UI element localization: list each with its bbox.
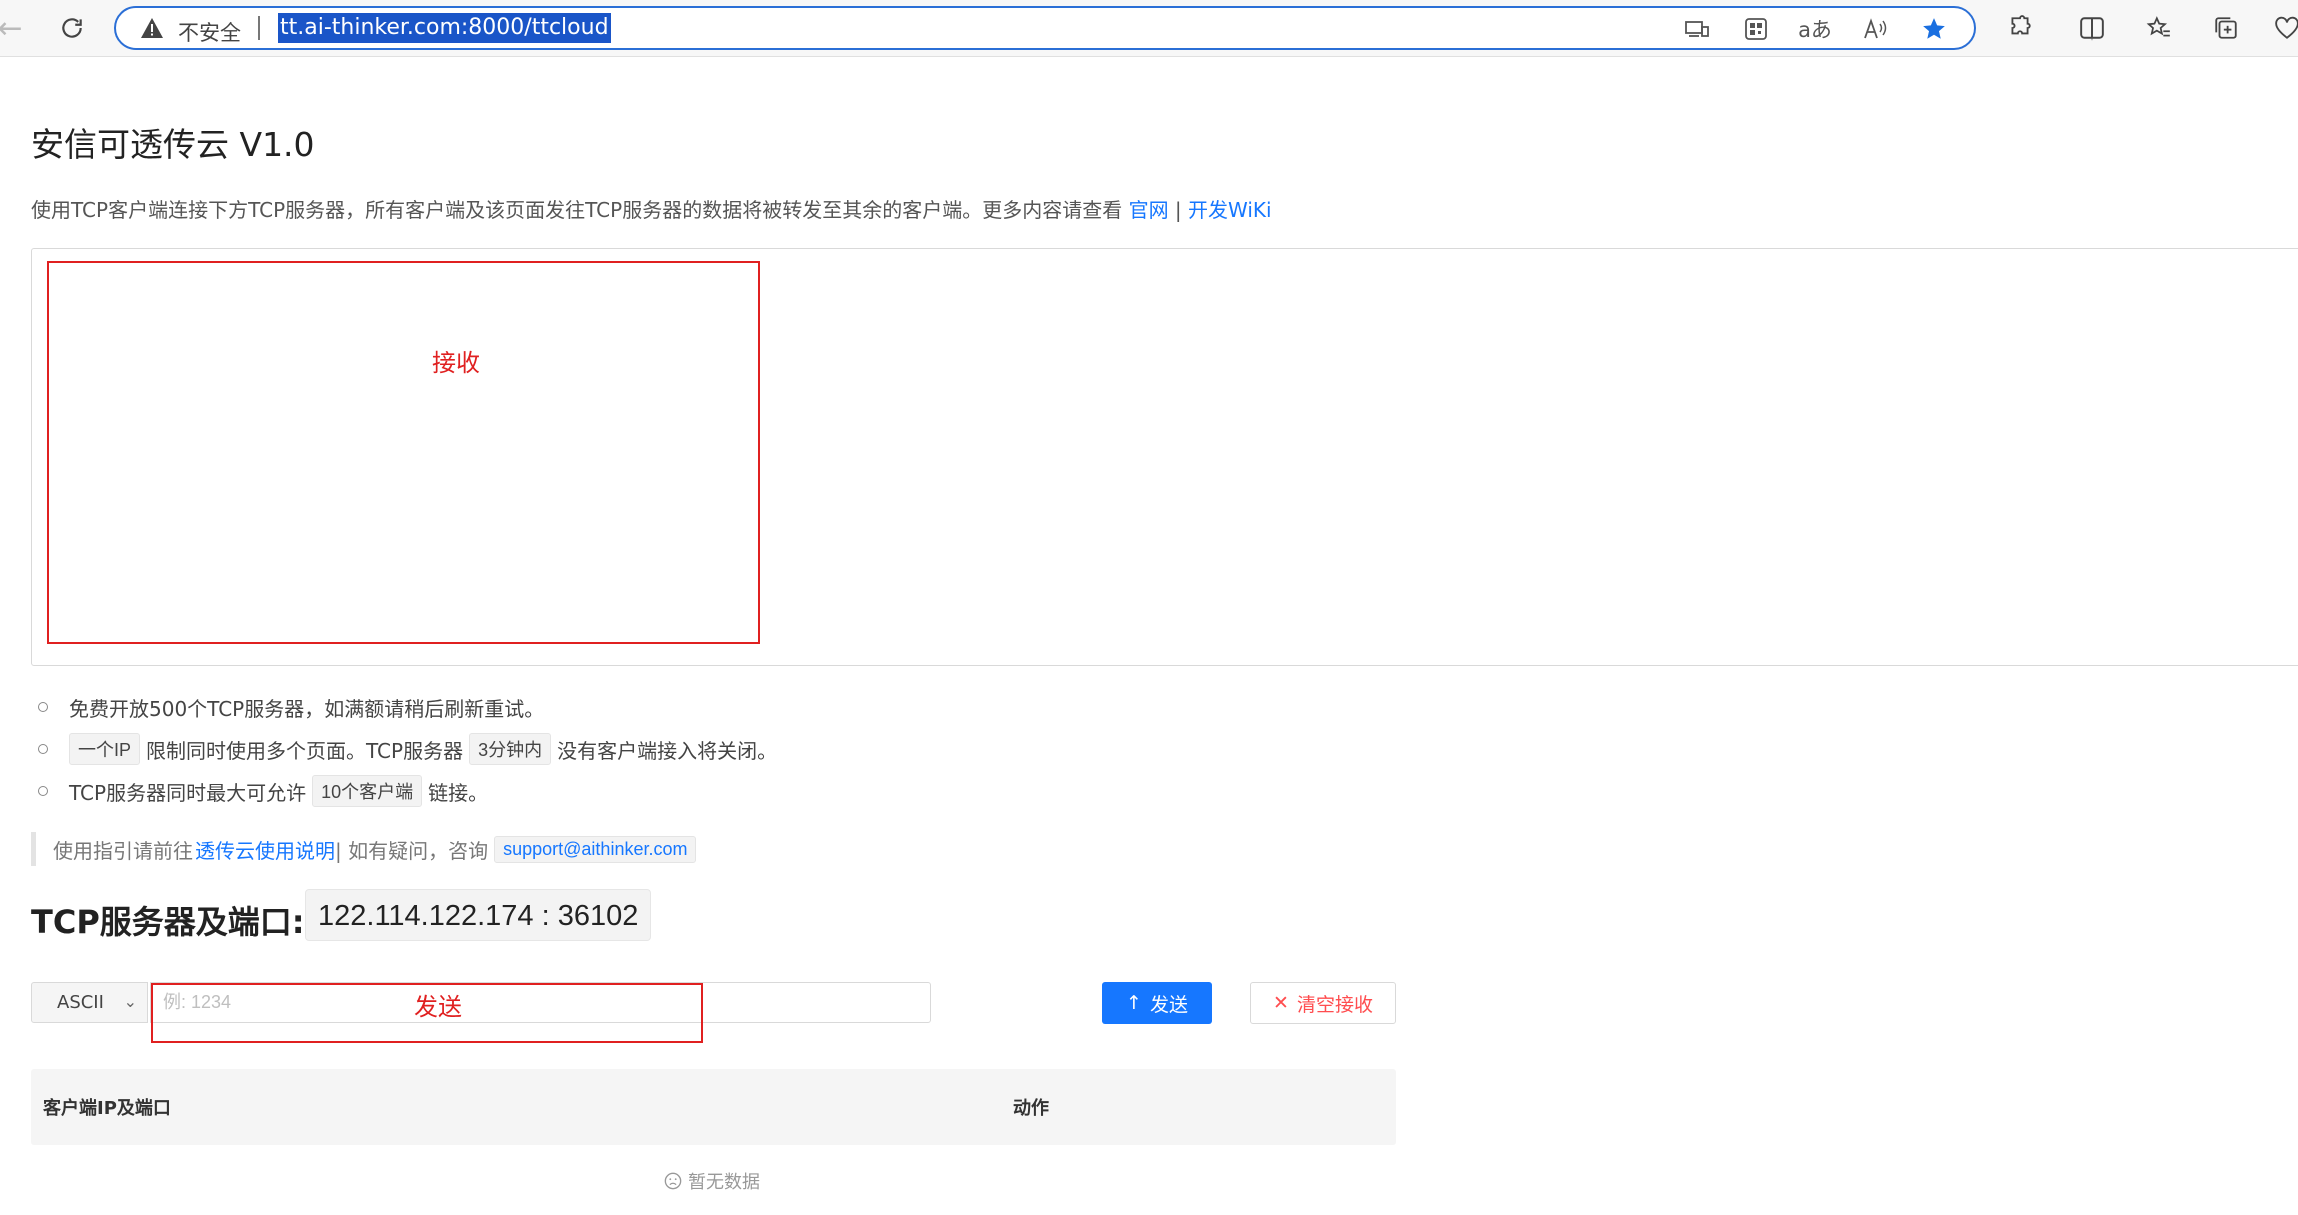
note-text: 没有客户端接入将关闭。 bbox=[557, 738, 778, 763]
empty-state: 暂无数据 bbox=[664, 1168, 760, 1194]
server-address: 122.114.122.174 : 36102 bbox=[305, 889, 652, 941]
security-label[interactable]: 不安全 bbox=[178, 17, 241, 47]
note-item-3: TCP服务器同时最大可允许 10个客户端 链接。 bbox=[38, 774, 488, 808]
send-input[interactable] bbox=[150, 982, 931, 1023]
note-item-1: 免费开放500个TCP服务器，如满额请稍后刷新重试。 bbox=[38, 690, 544, 724]
note-code-tag: 10个客户端 bbox=[312, 775, 423, 807]
favorites-icon[interactable] bbox=[2140, 10, 2178, 46]
guide-prefix: 使用指引请前往 bbox=[53, 838, 193, 863]
extensions-icon[interactable] bbox=[2001, 10, 2039, 46]
chevron-down-icon: ⌄ bbox=[123, 992, 137, 1011]
note-text: TCP服务器同时最大可允许 bbox=[69, 780, 307, 805]
usage-guide-link[interactable]: 透传云使用说明 bbox=[195, 835, 335, 864]
read-aloud-icon[interactable] bbox=[1858, 13, 1892, 45]
receive-annotation-label: 接收 bbox=[432, 349, 480, 377]
guide-blockquote: 使用指引请前往 透传云使用说明 | 如有疑问，咨询 support@aithin… bbox=[31, 832, 702, 866]
client-table-header: 客户端IP及端口 动作 bbox=[31, 1069, 1396, 1145]
link-separator: | bbox=[1168, 198, 1189, 222]
dev-wiki-link[interactable]: 开发WiKi bbox=[1188, 198, 1272, 222]
send-button[interactable]: ↑ 发送 bbox=[1102, 982, 1212, 1024]
translate-icon[interactable]: aあ bbox=[1798, 13, 1832, 45]
split-screen-icon[interactable] bbox=[2073, 10, 2111, 46]
encoding-select[interactable]: ASCII ⌄ bbox=[31, 982, 148, 1023]
note-text: 免费开放500个TCP服务器，如满额请稍后刷新重试。 bbox=[69, 696, 545, 721]
intro-text: 使用TCP客户端连接下方TCP服务器，所有客户端及该页面发往TCP服务器的数据将… bbox=[31, 198, 1123, 222]
address-bar[interactable]: 不安全 tt.ai-thinker.com:8000/ttcloud aあ bbox=[114, 6, 1976, 50]
send-button-label: 发送 bbox=[1149, 993, 1188, 1016]
frown-icon bbox=[664, 1172, 682, 1190]
clear-receive-button[interactable]: ✕ 清空接收 bbox=[1250, 982, 1396, 1024]
bullet-icon bbox=[38, 702, 48, 712]
warning-icon[interactable] bbox=[140, 17, 164, 39]
back-icon[interactable]: ← bbox=[0, 8, 30, 48]
note-item-2: 一个IP 限制同时使用多个页面。TCP服务器 3分钟内 没有客户端接入将关闭。 bbox=[38, 732, 777, 766]
guide-middle: | 如有疑问，咨询 bbox=[335, 838, 489, 863]
note-text: 限制同时使用多个页面。TCP服务器 bbox=[146, 738, 464, 763]
support-email: support@aithinker.com bbox=[494, 835, 697, 863]
qr-code-icon[interactable] bbox=[1739, 13, 1773, 45]
intro-paragraph: 使用TCP客户端连接下方TCP服务器，所有客户端及该页面发往TCP服务器的数据将… bbox=[31, 194, 1272, 223]
app-available-icon[interactable] bbox=[1680, 13, 1714, 45]
page-title: 安信可透传云 V1.0 bbox=[31, 125, 315, 164]
server-label: TCP服务器及端口: bbox=[31, 903, 305, 941]
note-code-tag: 一个IP bbox=[69, 733, 141, 765]
column-header-client: 客户端IP及端口 bbox=[43, 1098, 171, 1119]
bullet-icon bbox=[38, 744, 48, 754]
arrow-up-icon: ↑ bbox=[1126, 992, 1142, 1014]
note-code-tag: 3分钟内 bbox=[469, 733, 552, 765]
official-site-link[interactable]: 官网 bbox=[1129, 198, 1169, 222]
empty-state-text: 暂无数据 bbox=[688, 1172, 760, 1193]
note-text: 链接。 bbox=[428, 780, 489, 805]
browser-toolbar: ← 不安全 tt.ai-thinker.com:8000/ttcloud aあ … bbox=[0, 0, 2298, 57]
collections-icon[interactable] bbox=[2207, 10, 2245, 46]
browser-essentials-icon[interactable] bbox=[2268, 10, 2298, 46]
favorite-star-icon[interactable] bbox=[1917, 13, 1951, 45]
encoding-value: ASCII bbox=[57, 992, 104, 1013]
column-header-action: 动作 bbox=[1013, 1098, 1049, 1119]
url-text[interactable]: tt.ai-thinker.com:8000/ttcloud bbox=[278, 13, 611, 43]
clear-button-label: 清空接收 bbox=[1296, 993, 1373, 1016]
refresh-icon[interactable] bbox=[52, 8, 92, 48]
bullet-icon bbox=[38, 786, 48, 796]
address-divider bbox=[258, 16, 260, 40]
close-icon: ✕ bbox=[1273, 992, 1289, 1014]
receive-annotation-box bbox=[47, 261, 760, 644]
